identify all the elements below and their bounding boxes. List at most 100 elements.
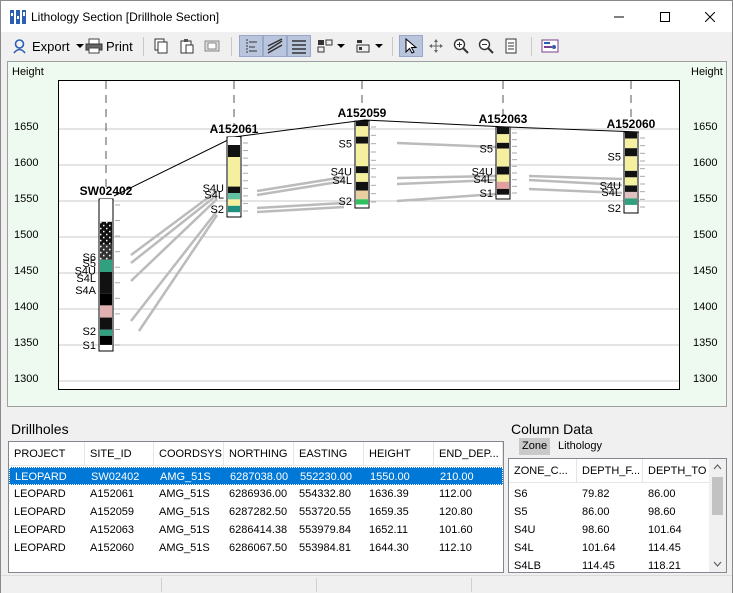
lithology-interval [100,259,112,272]
table-cell: 118.21 [648,560,681,572]
column-header-site-id[interactable]: SITE_ID [85,442,154,466]
export-button[interactable]: Export [11,35,84,57]
drillhole-columns: SW02402S6S5S4US4LS4AS2S1A152061S4US4LS2A… [75,81,656,352]
column-header-height[interactable]: HEIGHT [364,442,434,466]
pan-tool-button[interactable] [428,35,444,57]
table-row[interactable]: LEOPARD A152059 AMG_51S 6287282.50 553720.55… [9,503,503,521]
tab-zone[interactable]: Zone [519,438,551,455]
table-row[interactable]: S4LB 114.45 118.21 [509,557,711,575]
show-holes-toggle[interactable] [239,35,263,57]
table-row[interactable]: S6 79.82 86.00 [509,485,711,503]
y-tick-label: 1450 [693,265,718,277]
table-cell: SW02402 [91,471,140,483]
table-row[interactable]: LEOPARD A152060 AMG_51S 6286067.50 553984.81… [9,539,503,557]
zoom-out-button[interactable] [478,35,494,57]
pattern-dot [106,245,108,248]
column-data-header: ZONE_C... DEPTH_F... DEPTH_TO [509,459,711,483]
copy-image-button[interactable] [204,35,220,57]
pattern-dot [103,242,105,245]
legend-button[interactable] [541,35,559,57]
lithology-interval [497,148,509,167]
table-row[interactable]: LEOPARD A152063 AMG_51S 6286414.38 553979.84… [9,521,503,539]
show-correlation-toggle[interactable] [263,35,287,57]
zone-label: S4A [75,285,96,297]
maximize-button[interactable] [642,1,688,32]
lithology-interval [625,148,637,157]
pattern-dot [100,251,102,254]
y-tick-label: 1650 [14,121,39,133]
column-header-zone-code[interactable]: ZONE_C... [509,459,577,483]
column-header-depth-to[interactable]: DEPTH_TO [643,459,711,483]
zoom-in-icon [453,38,469,54]
zone-label: S4L [601,187,621,199]
tab-lithology[interactable]: Lithology [555,438,605,455]
toolbar-separator [531,37,532,56]
window-title: Lithology Section [Drillhole Section] [31,10,220,24]
table-cell: 120.80 [439,506,473,518]
table-row[interactable]: S5 86.00 98.60 [509,503,711,521]
column-header-end-depth[interactable]: END_DEP... [434,442,503,466]
pattern-dot [100,227,102,230]
lithology-interval [625,185,637,192]
gridlines-icon [292,40,306,54]
table-cell: A152059 [90,506,135,518]
table-row[interactable]: LEOPARD SW02402 AMG_51S 6287038.00 552230.00… [9,467,503,485]
y-tick-label: 1550 [14,193,39,205]
table-cell: A152060 [90,542,135,554]
pattern-dot [106,251,108,254]
layout-dropdown-button[interactable] [317,35,345,57]
column-data-scrollbar[interactable] [709,459,726,572]
y-tick-label: 1550 [693,193,718,205]
close-button[interactable] [687,1,733,32]
maximize-icon [660,11,670,22]
options-dropdown-button[interactable] [355,35,383,57]
pan-icon [429,39,443,53]
zone-label: S5 [480,144,493,156]
correlation-line [130,198,218,282]
section-chart-panel[interactable]: Height Height 1650 1600 1550 1500 1450 1400 13… [7,61,727,407]
copy-button[interactable] [153,35,169,57]
lithology-interval [625,156,637,171]
drillholes-grid[interactable]: PROJECT SITE_ID COORDSYS NORTHING EASTIN… [8,441,504,573]
lithology-interval [228,193,240,200]
lithology-interval [625,138,637,149]
table-cell: LEOPARD [14,506,66,518]
y-tick-label: 1450 [14,265,39,277]
table-row[interactable]: S4L 101.64 114.45 [509,539,711,557]
table-cell: S4L [514,542,534,554]
scroll-down-icon[interactable] [709,555,726,572]
drillholes-header: PROJECT SITE_ID COORDSYS NORTHING EASTIN… [9,442,503,466]
scrollbar-thumb[interactable] [712,477,723,515]
scroll-up-icon[interactable] [709,459,726,476]
paste-button[interactable] [179,35,195,57]
drillhole-column: A152061S4US4LS2 [203,81,259,218]
table-cell: LEOPARD [15,471,67,483]
pattern-dot [100,257,102,260]
table-cell: 6286067.50 [229,542,288,554]
plot-area[interactable]: SW02402 S6 S5 S4U S4L S4A S2 S1 A152061 S4U S4L S2 A… [58,80,680,390]
lithology-interval [497,166,509,175]
lithology-interval [356,199,368,205]
drillholes-title: Drillholes [11,421,69,437]
zoom-in-button[interactable] [453,35,469,57]
column-header-coordsys[interactable]: COORDSYS [154,442,224,466]
show-gridlines-toggle[interactable] [287,35,311,57]
column-header-project[interactable]: PROJECT [9,442,85,466]
column-header-depth-from[interactable]: DEPTH_F... [577,459,643,483]
table-row[interactable]: LEOPARD A152061 AMG_51S 6286936.00 554332.80… [9,485,503,503]
lithology-interval [356,136,368,144]
minimize-icon [614,16,624,17]
hole-id-label: A152059 [338,106,387,120]
print-button[interactable]: Print [85,35,133,57]
table-cell: 6287038.00 [230,471,289,483]
zone-label: S4L [332,175,352,187]
lithology-section-window: Lithology Section [Drillhole Section] Ex… [0,0,733,593]
fit-page-button[interactable] [503,35,519,57]
column-header-northing[interactable]: NORTHING [224,442,294,466]
select-tool-button[interactable] [399,35,423,57]
minimize-button[interactable] [596,1,642,32]
column-header-easting[interactable]: EASTING [294,442,364,466]
column-data-grid[interactable]: ZONE_C... DEPTH_F... DEPTH_TO S6 79.82 86.… [508,458,727,573]
zone-label: S1 [480,188,493,200]
table-row[interactable]: S4U 98.60 101.64 [509,521,711,539]
